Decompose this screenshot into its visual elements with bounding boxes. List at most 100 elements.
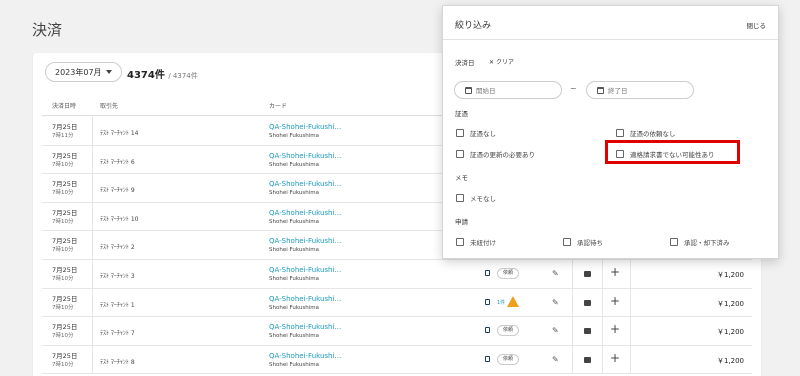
plus-icon[interactable]: + (610, 294, 620, 308)
row-time: 7時10分 (52, 276, 74, 282)
pencil-icon[interactable]: ✎ (552, 269, 559, 278)
range-tilde: ~ (570, 84, 577, 93)
memo-icon[interactable] (584, 271, 591, 277)
column-divider (92, 345, 93, 374)
plus-icon[interactable]: + (610, 265, 620, 279)
memo-icon[interactable] (584, 299, 591, 306)
row-time: 7時10分 (52, 218, 74, 225)
row-time: 7時10分 (52, 190, 74, 197)
checkbox-label: 証憑なし (470, 130, 496, 138)
column-divider (630, 317, 631, 345)
column-divider (92, 288, 93, 317)
approval-label: 申請 (455, 218, 468, 226)
header-date[interactable]: 決済日時 (52, 101, 76, 110)
end-date-input[interactable]: 終了日 (586, 81, 694, 99)
checkbox-no-voucher[interactable]: 証憑なし (456, 128, 496, 138)
checkbox-no-voucher-request[interactable]: 証憑の依頼なし (616, 128, 676, 138)
plus-icon[interactable]: + (610, 322, 620, 336)
card-holder: Shohei Fukushima (269, 247, 319, 254)
checkbox-unlinked[interactable]: 未紐付け (456, 237, 496, 247)
checkbox-approved-or-rejected[interactable]: 承認・却下済み (670, 237, 730, 247)
voucher-count[interactable]: 1件 (497, 299, 505, 306)
checkbox-box[interactable] (670, 238, 678, 246)
column-divider (630, 345, 631, 374)
checkbox-box[interactable] (456, 150, 464, 158)
close-button[interactable]: 閉じる (747, 20, 767, 30)
voucher-label: 証憑 (455, 110, 468, 118)
memo-icon[interactable] (584, 356, 591, 363)
month-label: 2023年07月 (55, 67, 102, 77)
request-tag[interactable]: 依頼 (497, 353, 520, 365)
column-divider (572, 345, 573, 374)
panel-divider (443, 39, 778, 40)
checkbox-box[interactable] (456, 194, 464, 202)
checkbox-box[interactable] (456, 129, 464, 137)
card-link[interactable]: QA-Shohei-Fukushi… (269, 294, 341, 304)
checkbox-voucher-update-needed[interactable]: 証憑の更新の必要あり (456, 149, 535, 159)
row-date: 7月25日 7時10分 (52, 351, 78, 368)
checkbox-box[interactable] (616, 129, 624, 137)
card-link[interactable]: QA-Shohei-Fukushi… (269, 236, 341, 246)
table-row[interactable]: 7月25日 7時10分 ﾃｽﾄ ﾏｰﾁｬﾝﾄ 3 QA-Shohei-Fukushi…… (42, 260, 752, 289)
pencil-icon[interactable]: ✎ (552, 298, 559, 307)
header-partner[interactable]: 取引先 (100, 101, 118, 110)
memo-icon[interactable] (584, 328, 591, 335)
column-divider (602, 345, 603, 374)
column-divider (602, 317, 603, 345)
document-icon (485, 298, 490, 305)
start-date-input[interactable]: 開始日 (454, 81, 562, 99)
row-partner: ﾃｽﾄ ﾏｰﾁｬﾝﾄ 3 (100, 273, 135, 280)
column-divider (602, 288, 603, 317)
row-amount: ￥1,200 (716, 299, 744, 308)
row-partner: ﾃｽﾄ ﾏｰﾁｬﾝﾄ 9 (100, 187, 135, 195)
checkbox-box[interactable] (456, 238, 464, 246)
column-divider (630, 260, 631, 288)
row-time: 7時10分 (52, 161, 74, 168)
pencil-icon[interactable]: ✎ (552, 355, 559, 364)
result-count: 4374件 / 4374件 (127, 66, 198, 81)
card-holder: Shohei Fukushima (269, 304, 319, 311)
header-card[interactable]: カード (269, 101, 287, 110)
request-tag[interactable]: 依頼 (497, 325, 520, 337)
table-row[interactable]: 7月25日 7時10分 ﾃｽﾄ ﾏｰﾁｬﾝﾄ 1 QA-Shohei-Fukushi…… (42, 288, 752, 318)
card-link[interactable]: QA-Shohei-Fukushi… (269, 179, 341, 189)
card-holder: Shohei Fukushima (269, 218, 319, 225)
month-selector[interactable]: 2023年07月 (45, 62, 122, 82)
clear-button[interactable]: ✕ クリア (489, 57, 514, 66)
column-divider (92, 231, 93, 259)
card-link[interactable]: QA-Shohei-Fukushi… (269, 122, 341, 132)
card-link[interactable]: QA-Shohei-Fukushi… (269, 151, 341, 161)
checkbox-label: メモなし (470, 195, 496, 203)
card-link[interactable]: QA-Shohei-Fukushi… (269, 322, 341, 332)
card-link[interactable]: QA-Shohei-Fukushi… (269, 351, 341, 361)
row-amount: ￥1,200 (716, 271, 744, 279)
card-link[interactable]: QA-Shohei-Fukushi… (269, 265, 341, 275)
checkbox-label: 承認待ち (577, 239, 603, 247)
card-link[interactable]: QA-Shohei-Fukushi… (269, 208, 341, 218)
row-partner: ﾃｽﾄ ﾏｰﾁｬﾝﾄ 8 (100, 358, 135, 366)
card-holder: Shohei Fukushima (269, 361, 319, 368)
table-row[interactable]: 7月25日 7時10分 ﾃｽﾄ ﾏｰﾁｬﾝﾄ 8 QA-Shohei-Fukushi…… (42, 345, 752, 375)
column-divider (572, 260, 573, 288)
checkbox-no-memo[interactable]: メモなし (456, 193, 496, 203)
table-row[interactable]: 7月25日 7時10分 ﾃｽﾄ ﾏｰﾁｬﾝﾄ 7 QA-Shohei-Fukushi…… (42, 317, 752, 346)
row-partner: ﾃｽﾄ ﾏｰﾁｬﾝﾄ 10 (100, 215, 139, 223)
checkbox-box[interactable] (563, 238, 571, 246)
row-time: 7時10分 (52, 333, 74, 340)
checkbox-pending-approval[interactable]: 承認待ち (563, 237, 603, 247)
checkbox-label: 未紐付け (470, 239, 496, 247)
column-divider (92, 317, 93, 345)
filter-title: 絞り込み (455, 21, 492, 31)
card-holder: Shohei Fukushima (269, 190, 319, 197)
pencil-icon[interactable]: ✎ (552, 326, 559, 335)
column-divider (92, 202, 93, 231)
calendar-icon (597, 86, 604, 94)
document-icon (485, 355, 490, 362)
row-partner: ﾃｽﾄ ﾏｰﾁｬﾝﾄ 14 (100, 130, 139, 137)
row-date: 7月25日 7時10分 (52, 294, 78, 311)
request-tag[interactable]: 依頼 (497, 268, 520, 279)
column-divider (92, 260, 93, 288)
row-partner: ﾃｽﾄ ﾏｰﾁｬﾝﾄ 1 (100, 301, 135, 309)
column-divider (92, 174, 93, 202)
plus-icon[interactable]: + (610, 351, 620, 365)
